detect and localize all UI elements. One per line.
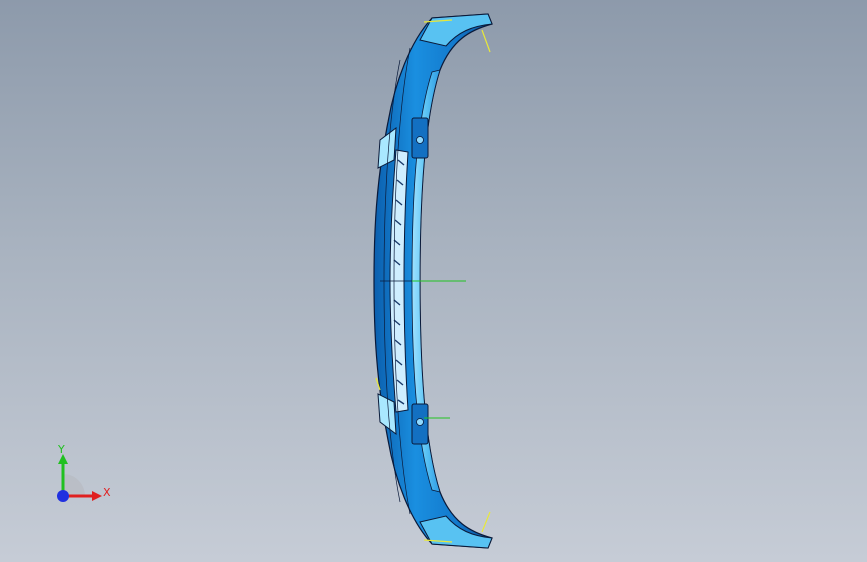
triad-x-arrow [92,491,102,501]
triad-x-label: X [103,486,111,499]
upper-mount-hole [416,136,424,144]
model-view[interactable] [0,0,867,562]
triad-y-label: Y [57,443,65,456]
coordinate-triad: Y X [57,443,111,502]
lower-mount-hole [416,418,424,426]
triad-z-axis [57,490,69,502]
graphics-viewport[interactable]: Y X [0,0,867,562]
